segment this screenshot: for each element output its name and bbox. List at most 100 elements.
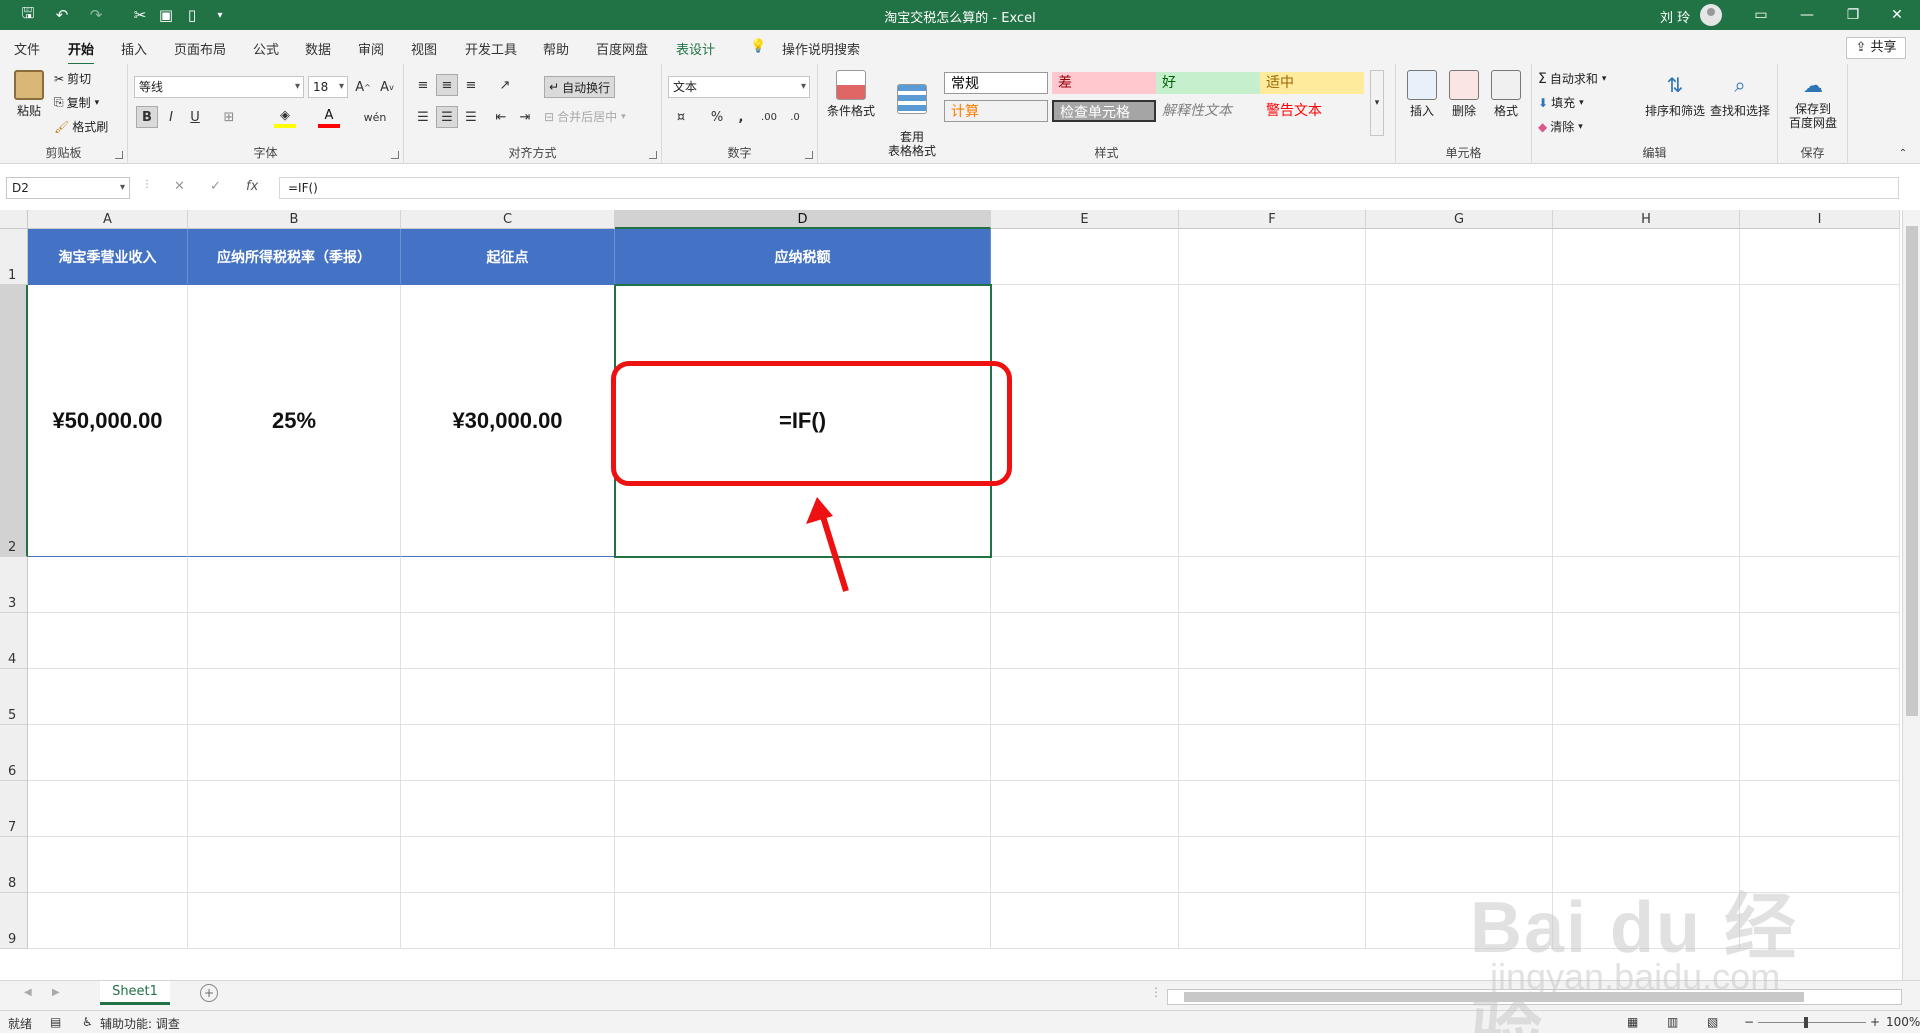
save-to-baidu-button[interactable]: ☁ 保存到 百度网盘	[1782, 70, 1844, 130]
find-select-button[interactable]: ⌕ 查找和选择	[1708, 70, 1772, 119]
cut-button[interactable]: ✂ 剪切	[54, 70, 91, 87]
row-header-3[interactable]: 3	[0, 557, 28, 613]
orientation-icon[interactable]: ↗	[494, 74, 516, 96]
cell-a1[interactable]: 淘宝季营业收入	[28, 229, 188, 285]
tab-formulas[interactable]: 公式	[253, 39, 279, 58]
row-header-5[interactable]: 5	[0, 669, 28, 725]
tab-table-design[interactable]: 表设计	[676, 39, 715, 58]
comma-icon[interactable]: ,	[730, 106, 752, 128]
cell-b8[interactable]	[188, 837, 401, 893]
decrease-font-icon[interactable]: Av	[376, 76, 398, 98]
decrease-indent-icon[interactable]: ⇤	[490, 106, 512, 128]
tell-me-search[interactable]: 操作说明搜索	[782, 39, 860, 58]
cell-a8[interactable]	[28, 837, 188, 893]
cell-h3[interactable]	[1553, 557, 1740, 613]
zoom-in-icon[interactable]: +	[1870, 1015, 1880, 1029]
cell-c7[interactable]	[401, 781, 615, 837]
format-cells-button[interactable]: 格式	[1486, 70, 1526, 119]
row-header-4[interactable]: 4	[0, 613, 28, 669]
cell-style-4[interactable]: 计算	[944, 100, 1048, 122]
cell-d1[interactable]: 应纳税额	[615, 229, 991, 285]
copy-button[interactable]: ⎘ 复制 ▾	[54, 94, 99, 111]
insert-cells-button[interactable]: 插入	[1402, 70, 1442, 119]
cell-e6[interactable]	[991, 725, 1179, 781]
align-middle-icon[interactable]: ≡	[436, 74, 458, 96]
cell-f7[interactable]	[1179, 781, 1366, 837]
cell-e9[interactable]	[991, 893, 1179, 949]
cell-f1[interactable]	[1179, 229, 1366, 285]
page-layout-view-icon[interactable]: ▥	[1667, 1015, 1678, 1029]
cell-g2[interactable]	[1366, 285, 1553, 557]
collapse-ribbon-icon[interactable]: ⌃	[1892, 142, 1914, 164]
column-header-d[interactable]: D	[615, 210, 991, 229]
cell-c1[interactable]: 起征点	[401, 229, 615, 285]
lightbulb-icon[interactable]: 💡	[750, 39, 766, 54]
cell-b2[interactable]: 25%	[188, 285, 401, 557]
row-header-8[interactable]: 8	[0, 837, 28, 893]
format-painter-button[interactable]: 🖌 格式刷	[54, 118, 108, 135]
alignment-launcher-icon[interactable]	[649, 151, 657, 159]
increase-decimal-icon[interactable]: .00	[758, 106, 780, 128]
name-box[interactable]: D2	[6, 177, 130, 199]
column-header-h[interactable]: H	[1553, 210, 1740, 229]
row-header-6[interactable]: 6	[0, 725, 28, 781]
cell-f2[interactable]	[1179, 285, 1366, 557]
cell-c6[interactable]	[401, 725, 615, 781]
cell-g8[interactable]	[1366, 837, 1553, 893]
font-launcher-icon[interactable]	[391, 151, 399, 159]
horizontal-scroll-thumb[interactable]	[1184, 992, 1804, 1002]
normal-view-icon[interactable]: ▦	[1627, 1015, 1638, 1029]
column-header-a[interactable]: A	[28, 210, 188, 229]
cell-g4[interactable]	[1366, 613, 1553, 669]
cell-i5[interactable]	[1740, 669, 1900, 725]
cell-g3[interactable]	[1366, 557, 1553, 613]
tab-file[interactable]: 文件	[14, 39, 40, 58]
clipboard-launcher-icon[interactable]	[115, 151, 123, 159]
cell-a3[interactable]	[28, 557, 188, 613]
font-name-combo[interactable]: 等线	[134, 76, 304, 98]
cell-b1[interactable]: 应纳所得税税率（季报）	[188, 229, 401, 285]
add-sheet-icon[interactable]: +	[200, 984, 218, 1002]
row-header-7[interactable]: 7	[0, 781, 28, 837]
tab-page-layout[interactable]: 页面布局	[174, 39, 226, 58]
cell-f4[interactable]	[1179, 613, 1366, 669]
tab-view[interactable]: 视图	[411, 39, 437, 58]
zoom-slider[interactable]	[1758, 1022, 1866, 1023]
increase-indent-icon[interactable]: ⇥	[514, 106, 536, 128]
cell-i2[interactable]	[1740, 285, 1900, 557]
fill-button[interactable]: ⬇ 填充 ▾	[1538, 94, 1584, 111]
cell-g6[interactable]	[1366, 725, 1553, 781]
cell-e5[interactable]	[991, 669, 1179, 725]
cell-f6[interactable]	[1179, 725, 1366, 781]
font-size-combo[interactable]: 18	[308, 76, 348, 98]
font-color-icon[interactable]: A	[318, 106, 340, 128]
tab-help[interactable]: 帮助	[543, 39, 569, 58]
splitter-icon[interactable]: ⋮	[1150, 985, 1162, 999]
autosum-button[interactable]: Σ 自动求和 ▾	[1538, 70, 1606, 87]
page-break-view-icon[interactable]: ▧	[1707, 1015, 1718, 1029]
zoom-out-icon[interactable]: −	[1744, 1015, 1754, 1029]
cell-i8[interactable]	[1740, 837, 1900, 893]
align-center-icon[interactable]: ☰	[436, 106, 458, 128]
column-header-b[interactable]: B	[188, 210, 401, 229]
cell-h4[interactable]	[1553, 613, 1740, 669]
cell-b9[interactable]	[188, 893, 401, 949]
cell-style-3[interactable]: 适中	[1260, 72, 1364, 94]
cell-style-2[interactable]: 好	[1156, 72, 1260, 94]
cell-b4[interactable]	[188, 613, 401, 669]
cell-style-0[interactable]: 常规	[944, 72, 1048, 94]
cell-f5[interactable]	[1179, 669, 1366, 725]
align-bottom-icon[interactable]: ≡	[460, 74, 482, 96]
border-icon[interactable]: ⊞	[218, 106, 240, 128]
macro-record-icon[interactable]: ▤	[50, 1015, 61, 1029]
cell-style-5[interactable]: 检查单元格	[1052, 100, 1156, 122]
cell-c4[interactable]	[401, 613, 615, 669]
sort-filter-button[interactable]: ⇅ 排序和筛选	[1644, 70, 1706, 119]
cell-d9[interactable]	[615, 893, 991, 949]
cell-d7[interactable]	[615, 781, 991, 837]
cell-i6[interactable]	[1740, 725, 1900, 781]
paste-button[interactable]: 粘贴	[10, 70, 48, 119]
cell-i4[interactable]	[1740, 613, 1900, 669]
percent-icon[interactable]: %	[706, 106, 728, 128]
column-header-f[interactable]: F	[1179, 210, 1366, 229]
